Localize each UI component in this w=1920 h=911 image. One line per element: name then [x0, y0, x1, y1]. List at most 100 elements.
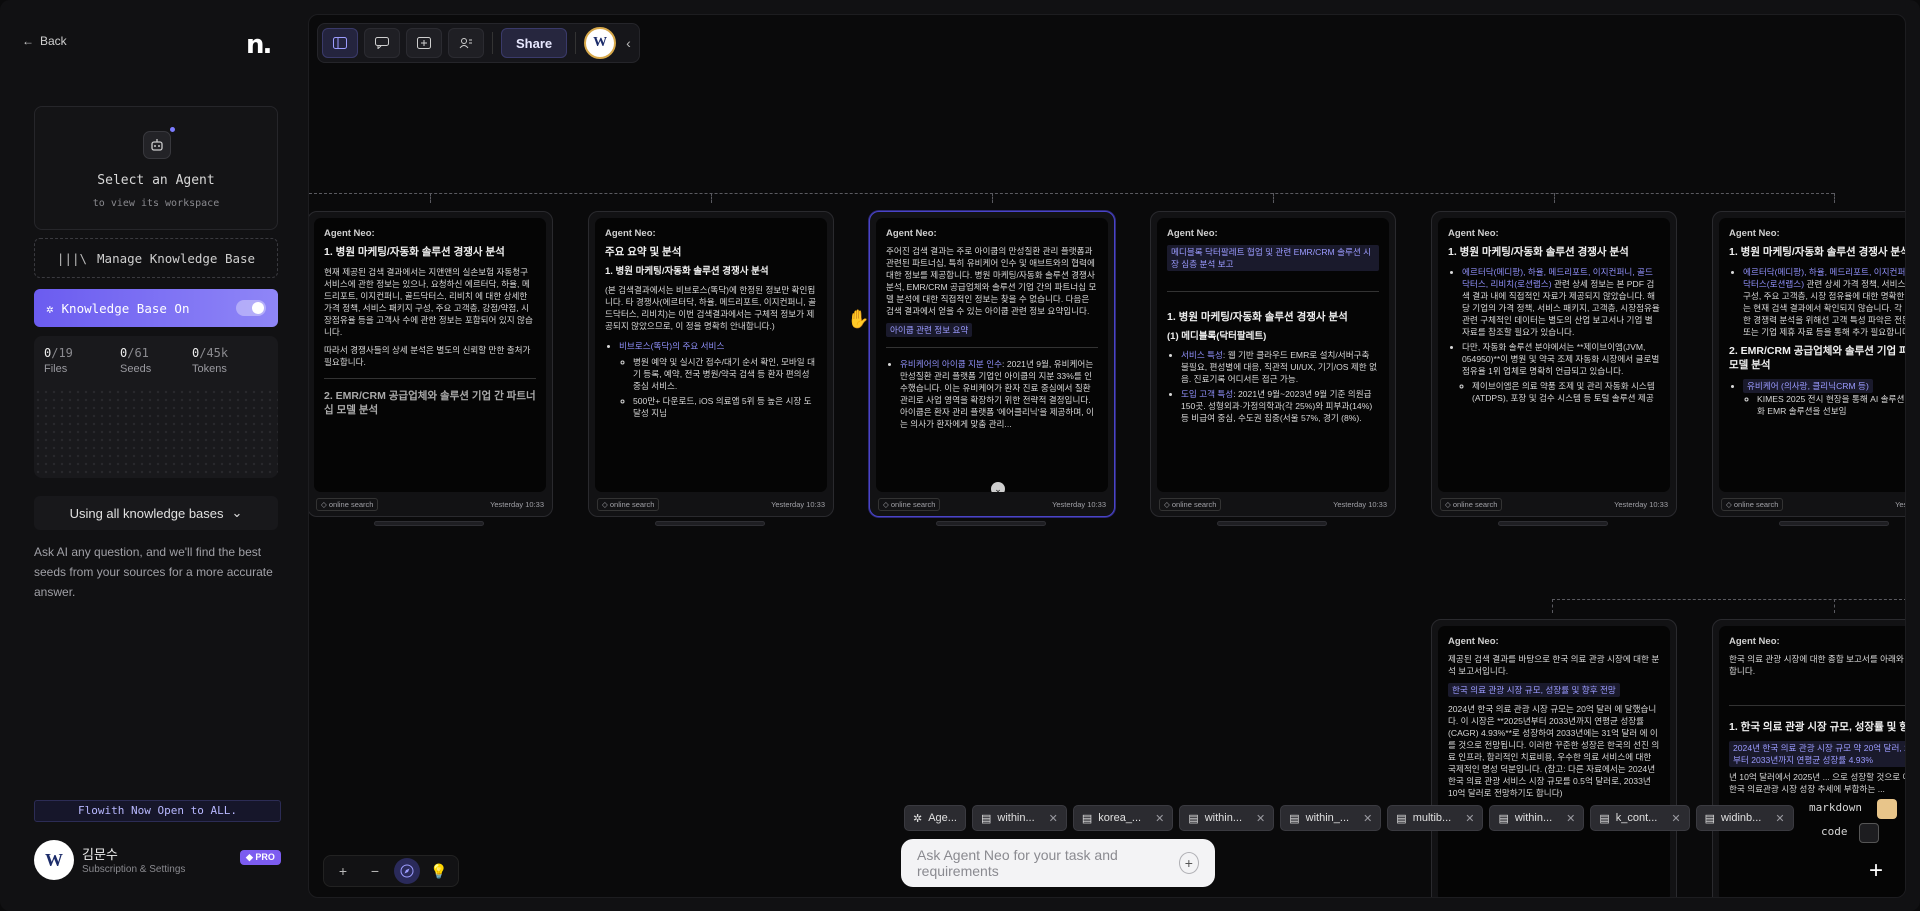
- connector-line: [430, 193, 431, 203]
- source-tab[interactable]: ▤ widinb... ✕: [1695, 805, 1794, 831]
- source-tab[interactable]: ▤ within... ✕: [1179, 805, 1275, 831]
- connector-line: [1552, 599, 1553, 613]
- expand-chevron-icon[interactable]: ⌄: [991, 482, 1005, 492]
- stat-files: 0/19 Files: [44, 346, 73, 375]
- card-timestamp: Yesterday 10:33: [1052, 499, 1106, 509]
- markdown-label[interactable]: markdown: [1809, 801, 1862, 814]
- code-label[interactable]: code: [1821, 825, 1848, 838]
- user-name: 김문수: [82, 847, 118, 862]
- source-tab-label: k_cont...: [1615, 812, 1658, 824]
- highlight-chip: 2024년 한국 의료 관광 시장 규모 약 20억 달러, 2025년부터 2…: [1729, 741, 1905, 767]
- connector-line: [992, 193, 993, 203]
- source-tab[interactable]: ▤ k_cont... ✕: [1590, 805, 1690, 831]
- response-card[interactable]: Agent Neo: 제공된 검색 결과를 바탕으로 한국 의료 관광 시장에 …: [1431, 619, 1677, 897]
- response-card[interactable]: Agent Neo: 주요 요약 및 분석 1. 병원 마케팅/자동화 솔루션 …: [588, 211, 834, 517]
- user-profile[interactable]: W 김문수 Subscription & Settings ◆ PRO: [34, 840, 284, 880]
- doc-icon: ▤: [1081, 812, 1093, 825]
- add-attachment-icon[interactable]: +: [1178, 852, 1199, 874]
- workspace-canvas[interactable]: Share W ‹ Agent Neo: 1. 병원 마케팅/자동화 솔루션 경…: [308, 14, 1906, 898]
- kb-toggle-switch[interactable]: [236, 300, 266, 316]
- list-item-highlight: 서비스 특성: [1181, 350, 1223, 360]
- source-tab-label: widinb...: [1720, 812, 1762, 824]
- card-title: 1. 병원 마케팅/자동화 솔루션 경쟁사 분석: [324, 246, 505, 258]
- response-card-selected[interactable]: Agent Neo: 주어진 검색 결과는 주로 아이쿱의 만성질환 관리 플랫…: [869, 211, 1115, 517]
- source-tab[interactable]: ▤ korea_... ✕: [1072, 805, 1174, 831]
- knowledge-base-toggle-row[interactable]: ✲ Knowledge Base On: [34, 289, 278, 327]
- chat-icon[interactable]: [364, 28, 400, 58]
- card-title: 주요 요약 및 분석: [605, 246, 682, 258]
- response-card[interactable]: Agent Neo: 1. 병원 마케팅/자동화 솔루션 경쟁사 분석 현재 제…: [309, 211, 553, 517]
- card-stack-indicator: [1779, 521, 1889, 526]
- list-item-highlight: 비브로스(똑닥)의 주요 서비스: [619, 341, 725, 351]
- agent-select-box[interactable]: Select an Agent to view its workspace: [34, 106, 278, 230]
- agent-box-title: Select an Agent: [97, 173, 215, 188]
- close-icon[interactable]: ✕: [1256, 812, 1265, 825]
- doc-icon: ▤: [1704, 812, 1715, 825]
- source-badge: ◇ online search: [1440, 497, 1503, 511]
- app-logo: n.: [246, 30, 272, 60]
- card-fade: [1157, 432, 1389, 492]
- ask-input[interactable]: Ask Agent Neo for your task and requirem…: [901, 839, 1215, 887]
- subscription-settings-link[interactable]: Subscription & Settings: [82, 864, 185, 875]
- agent-label: Agent Neo:: [1729, 636, 1780, 647]
- source-tab[interactable]: ▤ multib... ✕: [1387, 805, 1484, 831]
- add-node-icon[interactable]: [406, 28, 442, 58]
- source-tab-label: within...: [1514, 812, 1553, 824]
- card-title: 2. EMR/CRM 공급업체와 솔루션 기업 파트너십 모델 분석: [1729, 345, 1905, 371]
- chevron-down-icon: ⌄: [231, 505, 243, 520]
- card-body: 한국 의료 관광 시장에 대한 종합 보고서를 아래와 같이 요약합니다. 1.…: [1729, 653, 1905, 795]
- source-tab[interactable]: ▤ within... ✕: [971, 805, 1067, 831]
- close-icon[interactable]: ✕: [1363, 812, 1372, 825]
- card-fade: [876, 432, 1108, 492]
- card-body: 현재 제공된 검색 결과에서는 지앤앤의 실손보험 자동청구 서비스에 관한 정…: [324, 266, 536, 417]
- markdown-icon[interactable]: [1877, 799, 1897, 819]
- back-button[interactable]: ← Back: [22, 34, 67, 48]
- close-icon[interactable]: ✕: [1566, 812, 1575, 825]
- zoom-out-icon[interactable]: −: [362, 858, 388, 884]
- add-node-plus-icon[interactable]: +: [1869, 857, 1883, 885]
- source-tab[interactable]: ▤ within... ✕: [1489, 805, 1585, 831]
- close-icon[interactable]: ✕: [1671, 812, 1680, 825]
- compass-icon[interactable]: [394, 858, 420, 884]
- card-divider: [324, 378, 536, 379]
- response-card[interactable]: Agent Neo: 1. 병원 마케팅/자동화 솔루션 경쟁사 분석 에르터닥…: [1712, 211, 1905, 517]
- connector-line: [1273, 193, 1274, 203]
- stats-dot-grid: [34, 388, 278, 478]
- sidebar-toggle-icon[interactable]: [322, 28, 358, 58]
- code-icon[interactable]: [1859, 823, 1879, 843]
- share-button[interactable]: Share: [501, 28, 568, 58]
- card-footer: ◇ online search Yesterday 10:33: [597, 497, 825, 511]
- zoom-in-icon[interactable]: +: [330, 858, 356, 884]
- announcement-banner[interactable]: Flowith Now Open to ALL.: [34, 800, 281, 822]
- stat-seeds-label: Seeds: [120, 363, 152, 375]
- close-icon[interactable]: ✕: [1465, 812, 1474, 825]
- manage-knowledge-base-button[interactable]: |||\ Manage Knowledge Base: [34, 238, 278, 278]
- close-icon[interactable]: ✕: [1155, 812, 1164, 825]
- agent-label: Agent Neo:: [605, 228, 656, 239]
- source-tab[interactable]: ▤ within_... ✕: [1280, 805, 1382, 831]
- source-tab[interactable]: ✲ Age...: [904, 805, 966, 831]
- list-item-text: : 2021년 9월, 유비케어는 만성질환 관리 플랫폼 기업인 아이쿱의 지…: [900, 359, 1094, 429]
- knowledge-base-scope-dropdown[interactable]: Using all knowledge bases ⌄: [34, 496, 278, 530]
- team-icon[interactable]: [448, 28, 484, 58]
- connector-line: [1834, 599, 1835, 613]
- agent-label: Agent Neo:: [1448, 228, 1499, 239]
- response-card[interactable]: Agent Neo: 1. 병원 마케팅/자동화 솔루션 경쟁사 분석 에르터닥…: [1431, 211, 1677, 517]
- source-label: online search: [609, 499, 655, 509]
- workspace-avatar[interactable]: W: [584, 27, 617, 59]
- source-label: online search: [890, 499, 936, 509]
- close-icon[interactable]: ✕: [1049, 812, 1058, 825]
- manage-kb-label: Manage Knowledge Base: [97, 250, 256, 266]
- highlight-chip: 한국 의료 관광 시장 규모, 성장률 및 향후 전망: [1448, 683, 1620, 697]
- sparkle-icon: ✲: [46, 300, 54, 316]
- collapse-chevron-icon[interactable]: ‹: [622, 35, 635, 51]
- close-icon[interactable]: ✕: [1775, 812, 1784, 825]
- card-title: 1. 한국 의료 관광 시장 규모, 성장률 및 향후 전망: [1729, 721, 1905, 733]
- doc-icon: ▤: [1188, 812, 1199, 825]
- using-label: Using all knowledge bases: [69, 505, 224, 521]
- response-card[interactable]: Agent Neo: 메디블록 닥터팔레트 협업 및 관련 EMR/CRM 솔루…: [1150, 211, 1396, 517]
- doc-icon: ▤: [1289, 812, 1300, 825]
- source-tab-label: Age...: [928, 812, 957, 824]
- kb-stats-panel: 0/19 Files 0/61 Seeds 0/45k Tokens: [34, 336, 278, 478]
- lightbulb-icon[interactable]: 💡: [426, 858, 452, 884]
